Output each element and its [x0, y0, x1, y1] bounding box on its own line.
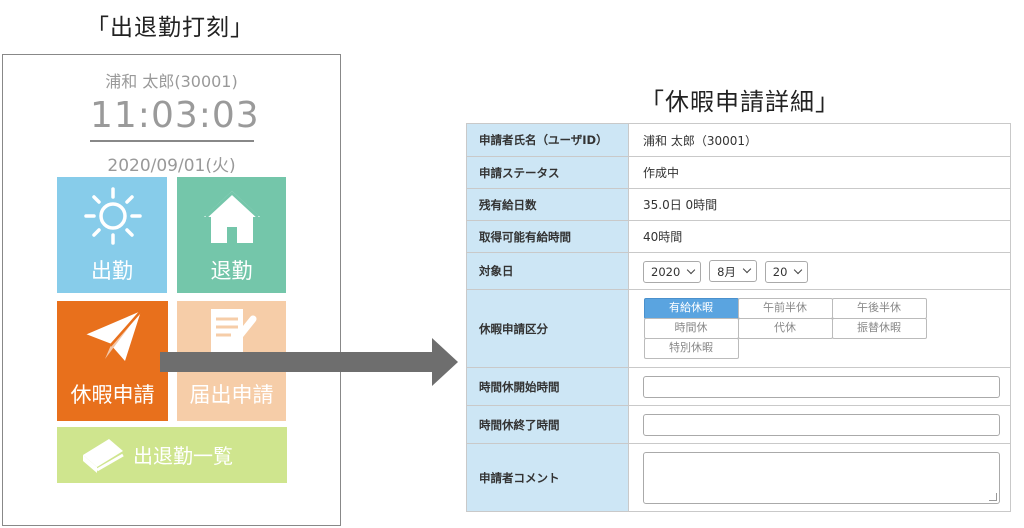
attendance-list-button[interactable]: 出退勤一覧 [57, 427, 287, 483]
leave-request-button[interactable]: 休暇申請 [57, 301, 168, 421]
comment-label: 申請者コメント [466, 443, 629, 512]
applicant-label: 申請者氏名（ユーザID） [466, 123, 629, 157]
punch-panel: 浦和 太郎(30001) 11:03:03 2020/09/01(火) 出勤 退… [2, 54, 341, 526]
paper-plane-icon [84, 310, 142, 361]
leave-type-option[interactable]: 午後半休 [831, 298, 927, 319]
chevron-down-icon [687, 265, 696, 274]
remaining-days-label: 残有給日数 [466, 188, 629, 221]
month-select[interactable]: 8月 [709, 259, 757, 282]
available-hours-label: 取得可能有給時間 [466, 220, 629, 253]
available-hours-value: 40時間 [628, 220, 1011, 253]
end-time-cell [628, 405, 1011, 444]
leave-detail-screen-title: 「休暇申請詳細」 [640, 88, 840, 116]
end-time-label: 時間休終了時間 [466, 405, 629, 444]
month-select-value: 8月 [717, 264, 736, 279]
attendance-list-label: 出退勤一覧 [133, 444, 233, 468]
year-select[interactable]: 2020 [643, 260, 702, 283]
leave-type-label: 休暇申請区分 [466, 289, 629, 368]
applicant-value: 浦和 太郎（30001） [628, 123, 1011, 157]
leave-request-label: 休暇申請 [70, 383, 155, 407]
leave-type-field: 有給休暇 午前半休 午後半休 時間休 代休 振替休暇 特別休暇 [628, 289, 1011, 368]
start-time-label: 時間休開始時間 [466, 367, 629, 406]
target-date-label: 対象日 [466, 252, 629, 290]
home-icon [204, 190, 260, 243]
leave-type-option[interactable]: 特別休暇 [643, 338, 739, 359]
current-date: 2020/09/01(火) [107, 156, 236, 176]
book-icon [83, 439, 124, 473]
leave-type-option[interactable]: 代休 [737, 318, 833, 339]
clock-out-label: 退勤 [210, 259, 253, 283]
punch-screen-title: 「出退勤打刻」 [86, 15, 254, 41]
current-time: 11:03:03 [90, 95, 259, 142]
comment-textarea[interactable] [643, 451, 1000, 504]
leave-type-option[interactable]: 午前半休 [737, 298, 833, 319]
remaining-days-value: 35.0日 0時間 [628, 188, 1011, 221]
user-name: 浦和 太郎(30001) [105, 72, 238, 91]
leave-type-option[interactable]: 時間休 [643, 318, 739, 339]
chevron-down-icon [742, 264, 752, 273]
leave-detail-form: 申請者氏名（ユーザID） 浦和 太郎（30001） 申請ステータス 作成中 残有… [466, 123, 1011, 512]
leave-type-options: 有給休暇 午前半休 午後半休 時間休 代休 振替休暇 特別休暇 [643, 298, 1010, 359]
chevron-down-icon [794, 265, 803, 274]
year-select-value: 2020 [651, 264, 681, 279]
right-arrow-icon [160, 338, 458, 386]
target-date-field: 2020 8月 20 [628, 252, 1011, 290]
day-select-value: 20 [772, 264, 788, 279]
comment-cell [628, 443, 1011, 512]
clock-in-label: 出勤 [91, 259, 133, 283]
status-label: 申請ステータス [466, 156, 629, 189]
day-select[interactable]: 20 [764, 260, 809, 283]
leave-type-option[interactable]: 有給休暇 [643, 298, 739, 319]
start-time-input[interactable] [643, 375, 1000, 398]
clock-out-button[interactable]: 退勤 [177, 177, 286, 293]
status-value: 作成中 [628, 156, 1011, 189]
resize-grip-icon[interactable] [989, 492, 997, 501]
leave-type-option[interactable]: 振替休暇 [831, 318, 927, 339]
sun-icon [84, 187, 142, 245]
clock-in-button[interactable]: 出勤 [57, 177, 167, 293]
start-time-cell [628, 367, 1011, 406]
end-time-input[interactable] [643, 413, 1000, 436]
